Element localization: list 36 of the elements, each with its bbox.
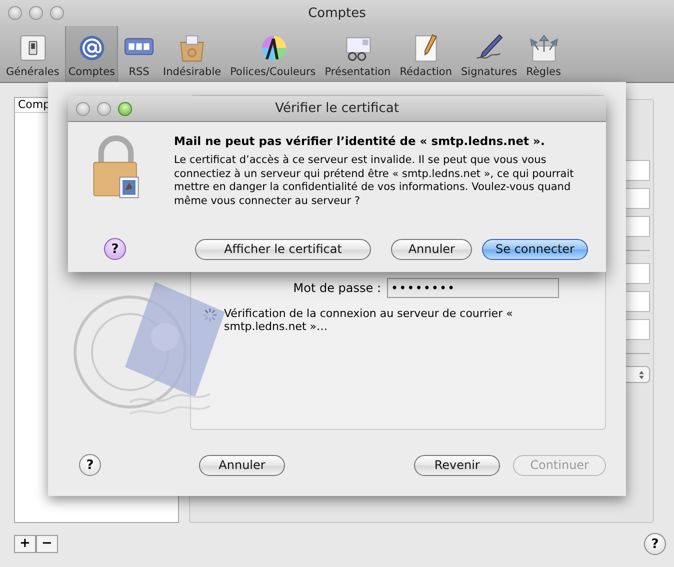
- toolbar-tab[interactable]: Règles: [523, 26, 564, 82]
- remove-button[interactable]: −: [36, 535, 58, 553]
- button[interactable]: Annuler: [199, 454, 285, 476]
- toolbar-tab[interactable]: Signatures: [458, 26, 520, 82]
- password-field[interactable]: ••••••••: [387, 278, 559, 298]
- minimize-button[interactable]: [29, 6, 43, 20]
- close-button[interactable]: [76, 102, 90, 116]
- add-button[interactable]: +: [14, 535, 36, 553]
- zoom-button[interactable]: [50, 6, 64, 20]
- password-label: Mot de passe :: [292, 281, 381, 295]
- window-title: Comptes: [308, 6, 366, 20]
- toolbar-tab[interactable]: Indésirable: [160, 26, 224, 82]
- help-button[interactable]: ?: [104, 238, 126, 260]
- button[interactable]: Revenir: [414, 454, 500, 476]
- dialog-message: Le certificat d’accès à ce serveur est invalide. Il se peut que vous vous connectiez à un serveur qui prétend être « smtp.ledns.net », ce qui pourrait mettre en danger la confidentialité de vos informations. Voulez-vous quand même vous connecter au serveur ?: [174, 154, 575, 208]
- toolbar-tab[interactable]: Rédaction: [396, 26, 455, 82]
- toolbar-tab[interactable]: Générales: [3, 26, 62, 82]
- dialog-heading: Mail ne peut pas vérifier l’identité de « smtp.ledns.net ».: [174, 134, 546, 148]
- toolbar-tab[interactable]: Polices/Couleurs: [227, 26, 319, 82]
- button[interactable]: Annuler: [391, 238, 472, 260]
- help-button[interactable]: ?: [644, 533, 666, 555]
- close-button[interactable]: [8, 6, 22, 20]
- minimize-button[interactable]: [97, 102, 111, 116]
- status-message: Vérification de la connexion au serveur de courrier « smtp.ledns.net »…: [224, 307, 514, 333]
- button[interactable]: Afficher le certificat: [195, 238, 371, 260]
- toolbar-tab[interactable]: Présentation: [322, 26, 394, 82]
- zoom-button[interactable]: [118, 102, 132, 116]
- toolbar-tab[interactable]: Comptes: [65, 26, 118, 82]
- arrows-icon: [528, 33, 559, 63]
- switch-icon: [18, 33, 48, 63]
- stepper-arrows-icon: [638, 370, 645, 380]
- spinner-icon: [203, 308, 217, 322]
- toolbar-tab[interactable]: RSS: [121, 26, 158, 82]
- button[interactable]: Se connecter: [482, 238, 588, 260]
- dialog-title: Vérifier le certificat: [275, 101, 399, 116]
- help-button[interactable]: ?: [79, 454, 101, 476]
